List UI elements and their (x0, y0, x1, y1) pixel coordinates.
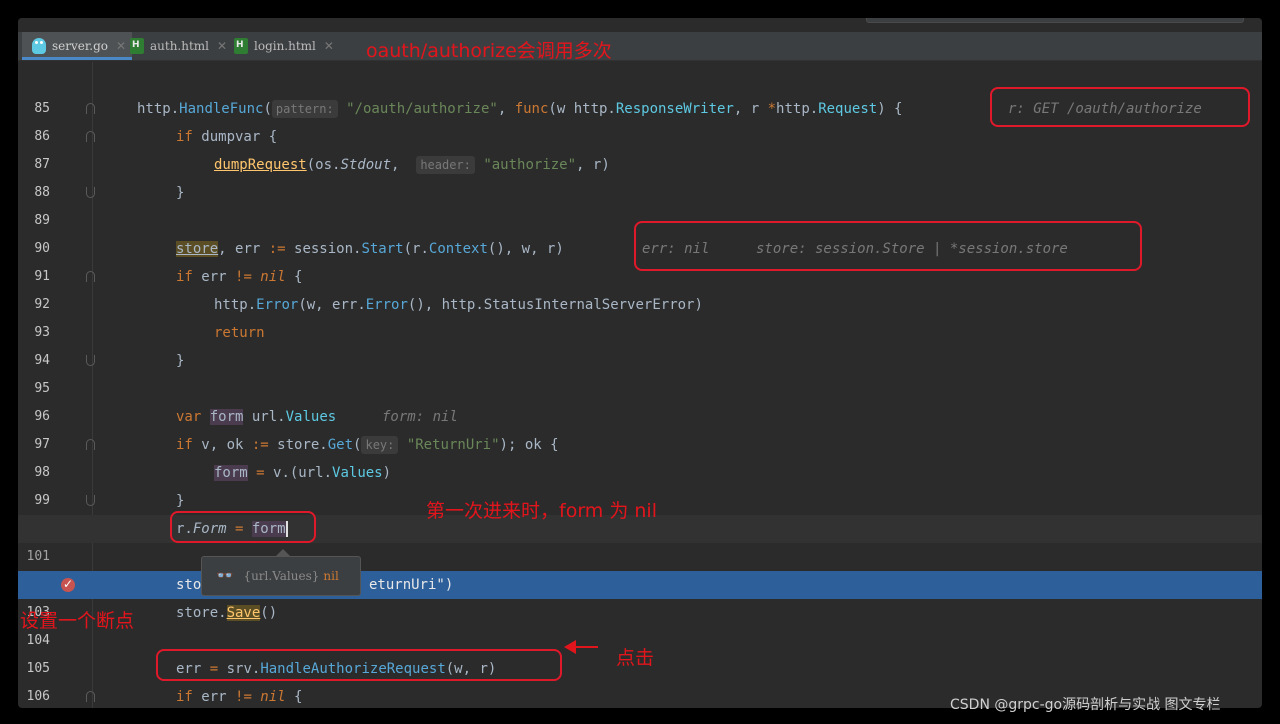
annotation-breakpoint: 设置一个断点 (20, 610, 135, 632)
fold-icon[interactable] (86, 103, 95, 114)
code-text: if v, ok := store.Get(key: "ReturnUri");… (176, 436, 559, 454)
annotation-first-time: 第一次进来时，form 为 nil (426, 500, 657, 522)
fold-icon[interactable] (86, 495, 95, 506)
popup-caret (276, 549, 290, 556)
code-text: sto (176, 577, 202, 593)
debug-value-popup[interactable]: 👓 {url.Values} nil (201, 556, 361, 596)
annotation-click: 点击 (616, 647, 655, 669)
code-text: if err != nil { (176, 689, 303, 705)
search-field-edge[interactable] (866, 18, 1244, 23)
code-text: if err != nil { (176, 269, 303, 285)
code-text: } (176, 353, 185, 369)
code-text: } (176, 185, 185, 201)
close-icon[interactable]: ✕ (217, 39, 227, 53)
param-hint: pattern: (271, 100, 338, 118)
html-file-icon (130, 38, 144, 54)
close-icon[interactable]: ✕ (324, 39, 334, 53)
param-hint: header: (416, 156, 475, 174)
fold-icon[interactable] (86, 439, 95, 450)
code-text: if dumpvar { (176, 129, 278, 145)
tab-label: auth.html (150, 39, 210, 53)
code-line[interactable]: 94 return (18, 319, 1262, 368)
code-text: store.Save() (176, 605, 278, 621)
annotation-box-request (990, 87, 1250, 127)
fold-icon[interactable] (86, 355, 95, 366)
annotation-arrow-icon (564, 640, 576, 654)
close-icon[interactable]: ✕ (116, 39, 126, 53)
debug-inline-value: form: nil (382, 409, 458, 425)
annotation-box-store (634, 221, 1142, 271)
tab-label: login.html (254, 39, 316, 53)
code-line[interactable]: 95 } (18, 347, 1262, 396)
watermark: CSDN @grpc-go源码剖析与实战 图文专栏 (950, 697, 1221, 713)
code-text: return (214, 325, 265, 341)
code-text: store, err := session.Start(r.Context(),… (176, 241, 564, 257)
code-line[interactable]: 97 var form url.Values form: nil (18, 403, 1262, 452)
code-line[interactable]: 104 store.Save() (18, 599, 1262, 648)
breakpoint-icon[interactable] (61, 570, 75, 598)
code-text: http.HandleFunc(pattern: "/oauth/authori… (137, 100, 903, 118)
popup-value: nil (323, 569, 339, 583)
fold-icon[interactable] (86, 271, 95, 282)
fold-icon[interactable] (86, 131, 95, 142)
code-line[interactable]: 99 form = v.(url.Values) (18, 459, 1262, 508)
code-text: dumpRequest(os.Stdout, header: "authoriz… (214, 156, 610, 174)
code-line[interactable]: 88 dumpRequest(os.Stdout, header: "autho… (18, 151, 1262, 200)
annotation-box-form (170, 511, 316, 543)
html-file-icon (234, 38, 248, 54)
annotation-title: oauth/authorize会调用多次 (366, 40, 612, 62)
fold-icon[interactable] (86, 187, 95, 198)
editor-tab-bar: server.go ✕ auth.html ✕ login.html ✕ (18, 32, 1262, 61)
popup-type: {url.Values} (243, 569, 320, 583)
go-file-icon (32, 38, 46, 54)
code-text: var form url.Values (176, 409, 337, 425)
top-bar (18, 18, 1262, 32)
tab-server-go[interactable]: server.go ✕ (22, 32, 132, 60)
tab-auth-html[interactable]: auth.html ✕ (130, 32, 230, 60)
annotation-box-authorize (156, 649, 562, 681)
code-line[interactable]: 87 if dumpvar { (18, 123, 1262, 172)
code-text: http.Error(w, err.Error(), http.StatusIn… (214, 297, 703, 313)
code-line[interactable]: 89 } (18, 179, 1262, 228)
param-hint: key: (361, 436, 399, 454)
tab-label: server.go (52, 39, 109, 53)
code-text: form = v.(url.Values) (214, 465, 392, 481)
tab-login-html[interactable]: login.html ✕ (234, 32, 344, 60)
code-text: eturnUri") (369, 577, 454, 593)
code-line[interactable]: 96 (18, 375, 1262, 424)
code-line[interactable]: 93 http.Error(w, err.Error(), http.Statu… (18, 291, 1262, 340)
glasses-icon: 👓 (216, 568, 234, 584)
fold-icon[interactable] (86, 691, 95, 702)
code-line[interactable]: 98 if v, ok := store.Get(key: "ReturnUri… (18, 431, 1262, 480)
